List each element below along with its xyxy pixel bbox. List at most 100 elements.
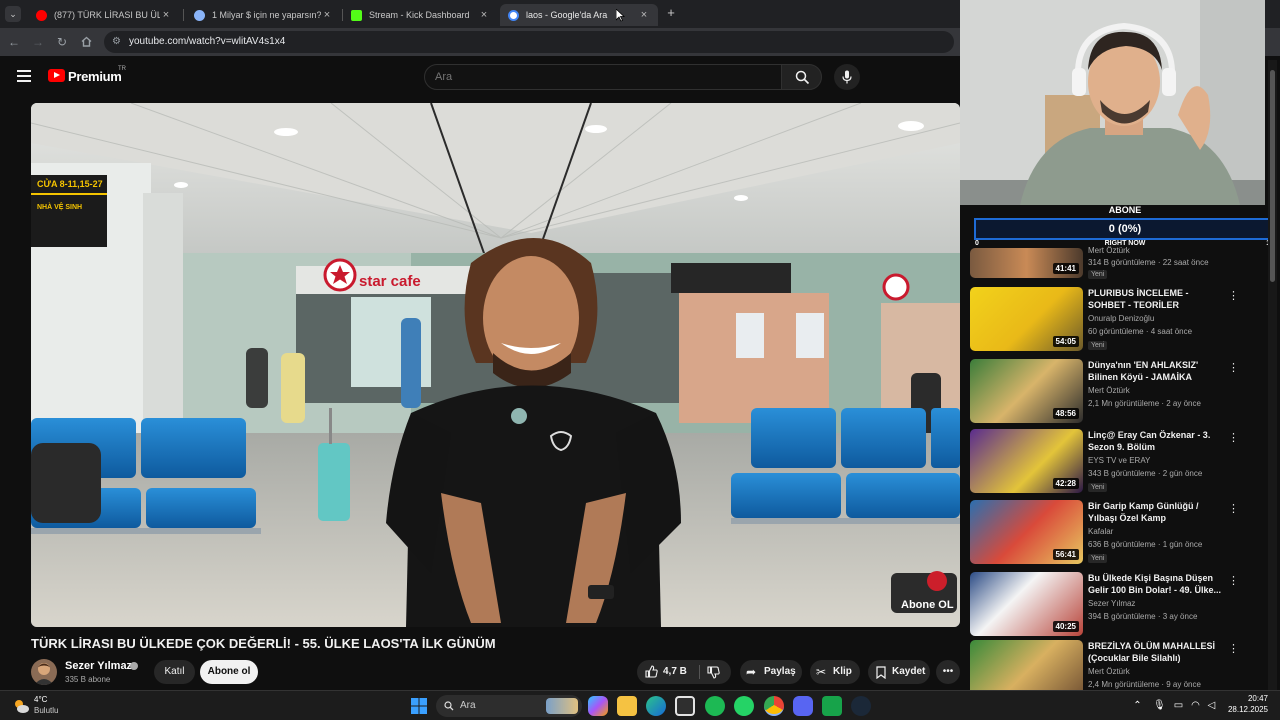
channel-name[interactable]: Sezer Yılmaz: [65, 660, 132, 672]
video-thumbnail[interactable]: 42:28: [970, 429, 1083, 493]
thumbs-up-icon[interactable]: [645, 665, 658, 678]
related-title[interactable]: Linç@ Eray Can Özkenar - 3. Sezon 9. Böl…: [1088, 429, 1228, 453]
related-channel[interactable]: Onuralp Denizoğlu: [1088, 314, 1154, 323]
close-icon[interactable]: ×: [321, 9, 333, 21]
related-video-item[interactable]: 42:28 Linç@ Eray Can Özkenar - 3. Sezon …: [970, 429, 1270, 495]
related-video-item[interactable]: 48:56 Dünya'nın 'EN AHLAKSIZ' Bilinen Kö…: [970, 359, 1270, 425]
related-channel[interactable]: Sezer Yılmaz: [1088, 599, 1135, 608]
plus-icon[interactable]: +: [664, 6, 678, 20]
save-button[interactable]: Kaydet: [868, 660, 930, 684]
terminal-icon[interactable]: [822, 696, 842, 716]
clock-date[interactable]: 28.12.2025: [1222, 705, 1268, 714]
whatsapp-icon[interactable]: [734, 696, 754, 716]
more-vertical-icon[interactable]: ⋮: [1228, 431, 1239, 444]
tab-search-button[interactable]: ⌄: [5, 6, 21, 22]
related-video-item[interactable]: 41:41 Mert Öztürk 314 B görüntüleme · 22…: [970, 212, 1270, 279]
video-thumbnail[interactable]: 56:41: [970, 500, 1083, 564]
video-thumbnail[interactable]: 54:05: [970, 287, 1083, 351]
related-title[interactable]: BREZİLYA ÖLÜM MAHALLESİ (Çocuklar Bile S…: [1088, 640, 1228, 664]
related-title[interactable]: Bir Garip Kamp Günlüğü / Yılbaşı Özel Ka…: [1088, 500, 1228, 524]
related-video-item[interactable]: 56:41 Bir Garip Kamp Günlüğü / Yılbaşı Ö…: [970, 500, 1270, 566]
channel-avatar[interactable]: [31, 659, 57, 685]
copilot-icon[interactable]: [588, 696, 608, 716]
home-icon[interactable]: [81, 36, 92, 47]
edge-icon[interactable]: [646, 696, 666, 716]
more-vertical-icon[interactable]: ⋮: [1228, 289, 1239, 302]
microphone-icon[interactable]: 🎙: [1153, 700, 1166, 711]
clip-button[interactable]: ✂ Klip: [810, 660, 860, 684]
address-bar[interactable]: ⚙ youtube.com/watch?v=wlitAV4s1x4: [104, 31, 954, 53]
store-icon[interactable]: [675, 696, 695, 716]
voice-search-button[interactable]: [834, 64, 860, 90]
file-explorer-icon[interactable]: [617, 696, 637, 716]
volume-icon[interactable]: ◁: [1206, 700, 1217, 711]
related-channel[interactable]: EYS TV ve ERAY: [1088, 456, 1150, 465]
subscriber-count: 335 B abone: [65, 675, 111, 684]
like-count[interactable]: 4,7 B: [663, 660, 687, 684]
chrome-icon[interactable]: [764, 696, 784, 716]
close-icon[interactable]: ×: [160, 9, 172, 21]
join-button[interactable]: Katıl: [154, 660, 195, 684]
taskbar-search-label: Ara: [460, 700, 476, 711]
browser-tab-kick[interactable]: Stream - Kick Dashboard ×: [343, 4, 498, 26]
scrollbar-thumb[interactable]: [1270, 70, 1275, 282]
video-thumbnail[interactable]: 40:25: [970, 572, 1083, 636]
clock-time[interactable]: 20:47: [1230, 694, 1268, 703]
taskbar-search[interactable]: Ara: [436, 695, 582, 717]
chevron-up-icon[interactable]: ⌃: [1132, 700, 1143, 711]
wifi-icon[interactable]: ◠: [1190, 700, 1201, 711]
close-icon[interactable]: ×: [478, 9, 490, 21]
related-video-item[interactable]: 40:25 Bu Ülkede Kişi Başına Düşen Gelir …: [970, 572, 1270, 638]
more-vertical-icon[interactable]: ⋮: [1228, 502, 1239, 515]
url-text: youtube.com/watch?v=wlitAV4s1x4: [129, 36, 286, 47]
related-channel[interactable]: Mert Öztürk: [1088, 386, 1130, 395]
video-player[interactable]: CỬA 8-11,15-27 NHÀ VỆ SINH star cafe Abo…: [31, 103, 960, 627]
search-button[interactable]: [781, 64, 822, 90]
more-vertical-icon[interactable]: ⋮: [1228, 642, 1239, 655]
more-vertical-icon[interactable]: ⋮: [1228, 574, 1239, 587]
related-title[interactable]: PLURIBUS İNCELEME - SOHBET - TEORİLER: [1088, 287, 1228, 311]
share-button[interactable]: ➦ Paylaş: [740, 660, 802, 684]
weather-icon[interactable]: [12, 697, 30, 715]
related-video-item[interactable]: 54:05 PLURIBUS İNCELEME - SOHBET - TEORİ…: [970, 287, 1270, 353]
video-thumbnail[interactable]: 48:56: [970, 359, 1083, 423]
cafe-sign-text: star cafe: [359, 273, 421, 290]
search-input[interactable]: [424, 64, 782, 90]
weather-temperature[interactable]: 4°C: [34, 695, 47, 704]
related-video-item[interactable]: BREZİLYA ÖLÜM MAHALLESİ (Çocuklar Bile S…: [970, 640, 1270, 692]
weather-description[interactable]: Bulutlu: [34, 706, 58, 715]
related-title[interactable]: Bu Ülkede Kişi Başına Düşen Gelir 100 Bi…: [1088, 572, 1228, 596]
more-horizontal-icon[interactable]: •••: [936, 660, 960, 684]
reload-icon[interactable]: ↻: [54, 34, 70, 50]
forward-icon[interactable]: →: [30, 34, 46, 50]
browser-tab-google[interactable]: laos - Google'da Ara ×: [500, 4, 658, 26]
spotify-icon[interactable]: [705, 696, 725, 716]
close-icon[interactable]: ×: [638, 9, 650, 21]
browser-tab-milyar[interactable]: 1 Milyar $ için ne yaparsın? - Tü ×: [186, 4, 341, 26]
related-channel[interactable]: Mert Öztürk: [1088, 667, 1130, 676]
video-duration: 41:41: [1052, 263, 1079, 274]
related-meta: 636 B görüntüleme · 1 gün önce: [1088, 540, 1203, 549]
browser-tab-youtube[interactable]: (877) TÜRK LİRASI BU ÜLKEDE Ç ×: [28, 4, 180, 26]
thumbs-down-icon[interactable]: [707, 666, 720, 679]
steam-icon[interactable]: [851, 696, 871, 716]
microphone-icon: [842, 70, 852, 84]
clip-label: Klip: [833, 666, 852, 677]
youtube-logo-icon[interactable]: [48, 69, 65, 82]
site-info-icon[interactable]: ⚙: [112, 31, 121, 53]
youtube-premium-wordmark[interactable]: Premium: [68, 69, 122, 84]
video-thumbnail[interactable]: [970, 640, 1083, 692]
back-icon[interactable]: ←: [6, 34, 22, 50]
video-title: TÜRK LİRASI BU ÜLKEDE ÇOK DEĞERLİ! - 55.…: [31, 636, 496, 651]
more-vertical-icon[interactable]: ⋮: [1228, 361, 1239, 374]
video-thumbnail[interactable]: 41:41: [970, 248, 1083, 278]
speaker-icon[interactable]: ▭: [1173, 700, 1184, 711]
related-channel[interactable]: Kafalar: [1088, 527, 1113, 536]
menu-icon[interactable]: [17, 70, 31, 82]
discord-icon[interactable]: [793, 696, 813, 716]
related-title[interactable]: Dünya'nın 'EN AHLAKSIZ' Bilinen Köyü - J…: [1088, 359, 1228, 383]
related-channel[interactable]: Mert Öztürk: [1088, 246, 1130, 255]
subscribe-button[interactable]: Abone ol: [200, 660, 258, 684]
windows-start-icon[interactable]: [411, 698, 427, 714]
page-scrollbar[interactable]: [1268, 60, 1277, 690]
